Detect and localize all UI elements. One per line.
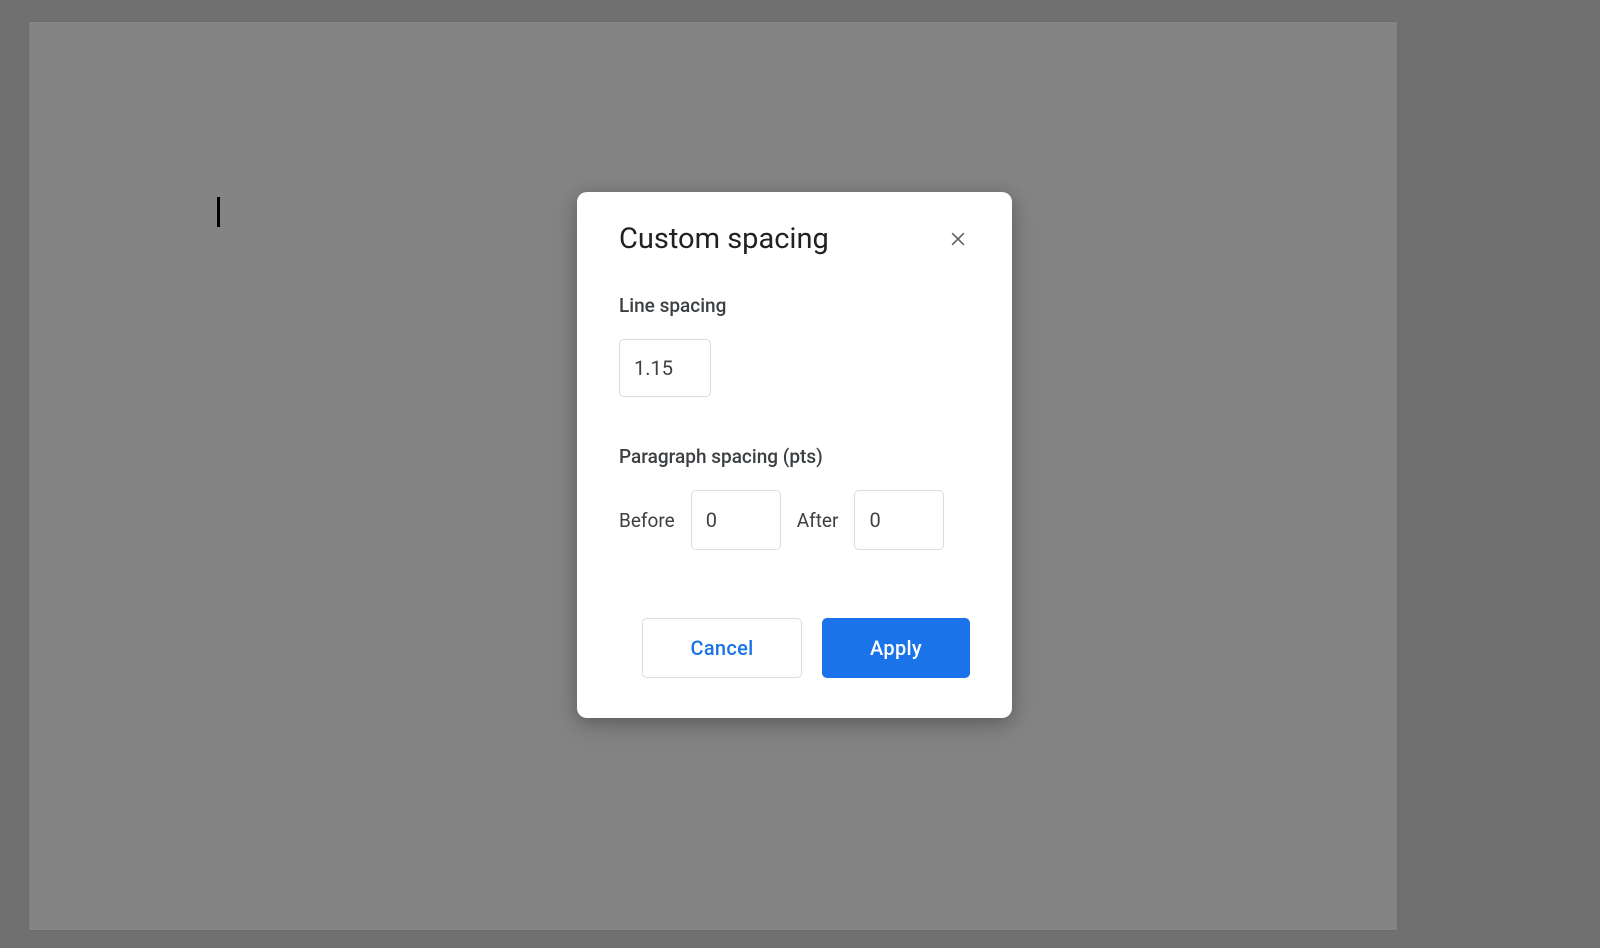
dialog-buttons: Cancel Apply xyxy=(619,618,970,678)
text-cursor xyxy=(217,197,220,227)
line-spacing-label: Line spacing xyxy=(619,294,970,317)
before-input[interactable] xyxy=(691,490,781,550)
close-button[interactable] xyxy=(946,227,970,251)
line-spacing-input[interactable] xyxy=(619,339,711,397)
after-input[interactable] xyxy=(854,490,944,550)
cancel-button[interactable]: Cancel xyxy=(642,618,802,678)
close-icon xyxy=(948,229,968,249)
before-label: Before xyxy=(619,509,675,532)
apply-button[interactable]: Apply xyxy=(822,618,970,678)
dialog-header: Custom spacing xyxy=(619,222,970,256)
paragraph-spacing-label: Paragraph spacing (pts) xyxy=(619,445,970,468)
paragraph-spacing-row: Before After xyxy=(619,490,970,550)
after-label: After xyxy=(797,509,839,532)
custom-spacing-dialog: Custom spacing Line spacing Paragraph sp… xyxy=(577,192,1012,718)
dialog-title: Custom spacing xyxy=(619,222,829,256)
